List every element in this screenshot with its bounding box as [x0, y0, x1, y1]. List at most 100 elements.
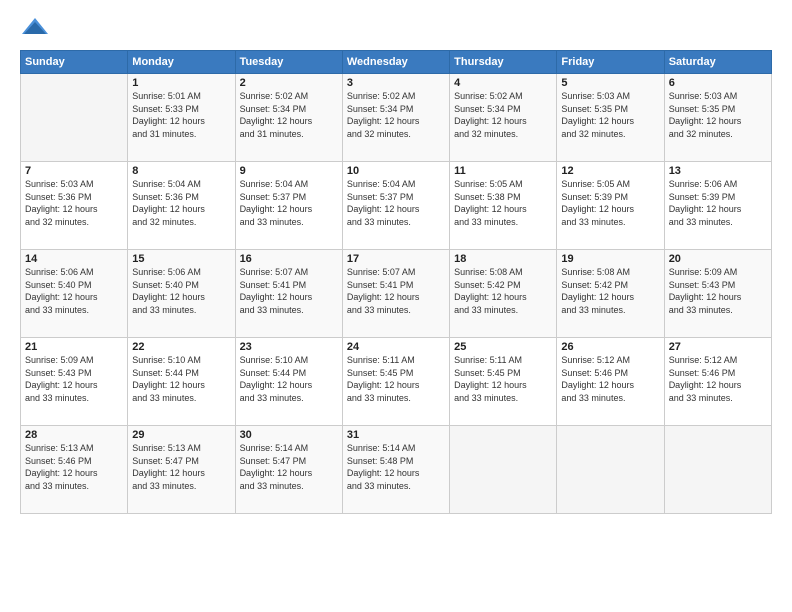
day-number: 14 [25, 253, 123, 265]
day-info: Sunrise: 5:04 AM Sunset: 5:37 PM Dayligh… [347, 178, 445, 228]
day-number: 21 [25, 341, 123, 353]
page: Sunday Monday Tuesday Wednesday Thursday… [0, 0, 792, 612]
day-number: 15 [132, 253, 230, 265]
calendar-cell: 25Sunrise: 5:11 AM Sunset: 5:45 PM Dayli… [450, 338, 557, 426]
day-info: Sunrise: 5:02 AM Sunset: 5:34 PM Dayligh… [240, 90, 338, 140]
day-info: Sunrise: 5:08 AM Sunset: 5:42 PM Dayligh… [454, 266, 552, 316]
day-info: Sunrise: 5:04 AM Sunset: 5:37 PM Dayligh… [240, 178, 338, 228]
col-tuesday: Tuesday [235, 51, 342, 74]
day-number: 17 [347, 253, 445, 265]
calendar-cell: 12Sunrise: 5:05 AM Sunset: 5:39 PM Dayli… [557, 162, 664, 250]
col-friday: Friday [557, 51, 664, 74]
calendar-cell: 14Sunrise: 5:06 AM Sunset: 5:40 PM Dayli… [21, 250, 128, 338]
calendar-cell: 24Sunrise: 5:11 AM Sunset: 5:45 PM Dayli… [342, 338, 449, 426]
day-info: Sunrise: 5:03 AM Sunset: 5:35 PM Dayligh… [561, 90, 659, 140]
day-number: 10 [347, 165, 445, 177]
day-info: Sunrise: 5:01 AM Sunset: 5:33 PM Dayligh… [132, 90, 230, 140]
day-number: 7 [25, 165, 123, 177]
calendar-cell: 16Sunrise: 5:07 AM Sunset: 5:41 PM Dayli… [235, 250, 342, 338]
day-number: 29 [132, 429, 230, 441]
calendar-cell: 27Sunrise: 5:12 AM Sunset: 5:46 PM Dayli… [664, 338, 771, 426]
day-info: Sunrise: 5:04 AM Sunset: 5:36 PM Dayligh… [132, 178, 230, 228]
calendar-cell: 22Sunrise: 5:10 AM Sunset: 5:44 PM Dayli… [128, 338, 235, 426]
day-number: 19 [561, 253, 659, 265]
header [20, 16, 772, 40]
day-info: Sunrise: 5:14 AM Sunset: 5:48 PM Dayligh… [347, 442, 445, 492]
calendar-cell: 17Sunrise: 5:07 AM Sunset: 5:41 PM Dayli… [342, 250, 449, 338]
calendar-cell: 4Sunrise: 5:02 AM Sunset: 5:34 PM Daylig… [450, 74, 557, 162]
calendar-cell: 10Sunrise: 5:04 AM Sunset: 5:37 PM Dayli… [342, 162, 449, 250]
day-info: Sunrise: 5:12 AM Sunset: 5:46 PM Dayligh… [669, 354, 767, 404]
calendar-cell: 7Sunrise: 5:03 AM Sunset: 5:36 PM Daylig… [21, 162, 128, 250]
day-number: 9 [240, 165, 338, 177]
week-row-1: 7Sunrise: 5:03 AM Sunset: 5:36 PM Daylig… [21, 162, 772, 250]
day-info: Sunrise: 5:14 AM Sunset: 5:47 PM Dayligh… [240, 442, 338, 492]
calendar-cell: 13Sunrise: 5:06 AM Sunset: 5:39 PM Dayli… [664, 162, 771, 250]
col-wednesday: Wednesday [342, 51, 449, 74]
day-number: 22 [132, 341, 230, 353]
calendar-cell: 20Sunrise: 5:09 AM Sunset: 5:43 PM Dayli… [664, 250, 771, 338]
calendar-table: Sunday Monday Tuesday Wednesday Thursday… [20, 50, 772, 514]
day-number: 2 [240, 77, 338, 89]
week-row-3: 21Sunrise: 5:09 AM Sunset: 5:43 PM Dayli… [21, 338, 772, 426]
day-number: 24 [347, 341, 445, 353]
day-info: Sunrise: 5:02 AM Sunset: 5:34 PM Dayligh… [454, 90, 552, 140]
day-number: 8 [132, 165, 230, 177]
day-info: Sunrise: 5:07 AM Sunset: 5:41 PM Dayligh… [347, 266, 445, 316]
day-number: 30 [240, 429, 338, 441]
day-number: 5 [561, 77, 659, 89]
day-info: Sunrise: 5:11 AM Sunset: 5:45 PM Dayligh… [347, 354, 445, 404]
calendar-cell: 1Sunrise: 5:01 AM Sunset: 5:33 PM Daylig… [128, 74, 235, 162]
day-info: Sunrise: 5:12 AM Sunset: 5:46 PM Dayligh… [561, 354, 659, 404]
day-info: Sunrise: 5:13 AM Sunset: 5:46 PM Dayligh… [25, 442, 123, 492]
day-number: 1 [132, 77, 230, 89]
day-info: Sunrise: 5:10 AM Sunset: 5:44 PM Dayligh… [132, 354, 230, 404]
logo-icon [20, 16, 50, 40]
calendar-cell: 9Sunrise: 5:04 AM Sunset: 5:37 PM Daylig… [235, 162, 342, 250]
day-info: Sunrise: 5:11 AM Sunset: 5:45 PM Dayligh… [454, 354, 552, 404]
calendar-cell [21, 74, 128, 162]
week-row-0: 1Sunrise: 5:01 AM Sunset: 5:33 PM Daylig… [21, 74, 772, 162]
col-monday: Monday [128, 51, 235, 74]
col-thursday: Thursday [450, 51, 557, 74]
day-info: Sunrise: 5:05 AM Sunset: 5:38 PM Dayligh… [454, 178, 552, 228]
calendar-cell [450, 426, 557, 514]
day-info: Sunrise: 5:03 AM Sunset: 5:35 PM Dayligh… [669, 90, 767, 140]
calendar-cell: 2Sunrise: 5:02 AM Sunset: 5:34 PM Daylig… [235, 74, 342, 162]
day-number: 6 [669, 77, 767, 89]
day-number: 26 [561, 341, 659, 353]
day-info: Sunrise: 5:06 AM Sunset: 5:40 PM Dayligh… [25, 266, 123, 316]
calendar-cell: 8Sunrise: 5:04 AM Sunset: 5:36 PM Daylig… [128, 162, 235, 250]
calendar-cell [664, 426, 771, 514]
day-number: 12 [561, 165, 659, 177]
week-row-2: 14Sunrise: 5:06 AM Sunset: 5:40 PM Dayli… [21, 250, 772, 338]
day-number: 16 [240, 253, 338, 265]
header-row: Sunday Monday Tuesday Wednesday Thursday… [21, 51, 772, 74]
day-info: Sunrise: 5:07 AM Sunset: 5:41 PM Dayligh… [240, 266, 338, 316]
calendar-cell: 28Sunrise: 5:13 AM Sunset: 5:46 PM Dayli… [21, 426, 128, 514]
day-number: 4 [454, 77, 552, 89]
day-info: Sunrise: 5:08 AM Sunset: 5:42 PM Dayligh… [561, 266, 659, 316]
day-number: 18 [454, 253, 552, 265]
calendar-cell: 26Sunrise: 5:12 AM Sunset: 5:46 PM Dayli… [557, 338, 664, 426]
calendar-cell: 21Sunrise: 5:09 AM Sunset: 5:43 PM Dayli… [21, 338, 128, 426]
day-number: 27 [669, 341, 767, 353]
calendar-cell: 31Sunrise: 5:14 AM Sunset: 5:48 PM Dayli… [342, 426, 449, 514]
col-sunday: Sunday [21, 51, 128, 74]
day-number: 25 [454, 341, 552, 353]
day-info: Sunrise: 5:06 AM Sunset: 5:39 PM Dayligh… [669, 178, 767, 228]
day-info: Sunrise: 5:09 AM Sunset: 5:43 PM Dayligh… [25, 354, 123, 404]
day-info: Sunrise: 5:03 AM Sunset: 5:36 PM Dayligh… [25, 178, 123, 228]
day-info: Sunrise: 5:02 AM Sunset: 5:34 PM Dayligh… [347, 90, 445, 140]
day-number: 13 [669, 165, 767, 177]
day-info: Sunrise: 5:09 AM Sunset: 5:43 PM Dayligh… [669, 266, 767, 316]
calendar-cell: 15Sunrise: 5:06 AM Sunset: 5:40 PM Dayli… [128, 250, 235, 338]
col-saturday: Saturday [664, 51, 771, 74]
calendar-cell: 29Sunrise: 5:13 AM Sunset: 5:47 PM Dayli… [128, 426, 235, 514]
logo [20, 16, 54, 40]
calendar-cell: 6Sunrise: 5:03 AM Sunset: 5:35 PM Daylig… [664, 74, 771, 162]
day-info: Sunrise: 5:06 AM Sunset: 5:40 PM Dayligh… [132, 266, 230, 316]
calendar-cell [557, 426, 664, 514]
day-number: 11 [454, 165, 552, 177]
calendar-cell: 18Sunrise: 5:08 AM Sunset: 5:42 PM Dayli… [450, 250, 557, 338]
